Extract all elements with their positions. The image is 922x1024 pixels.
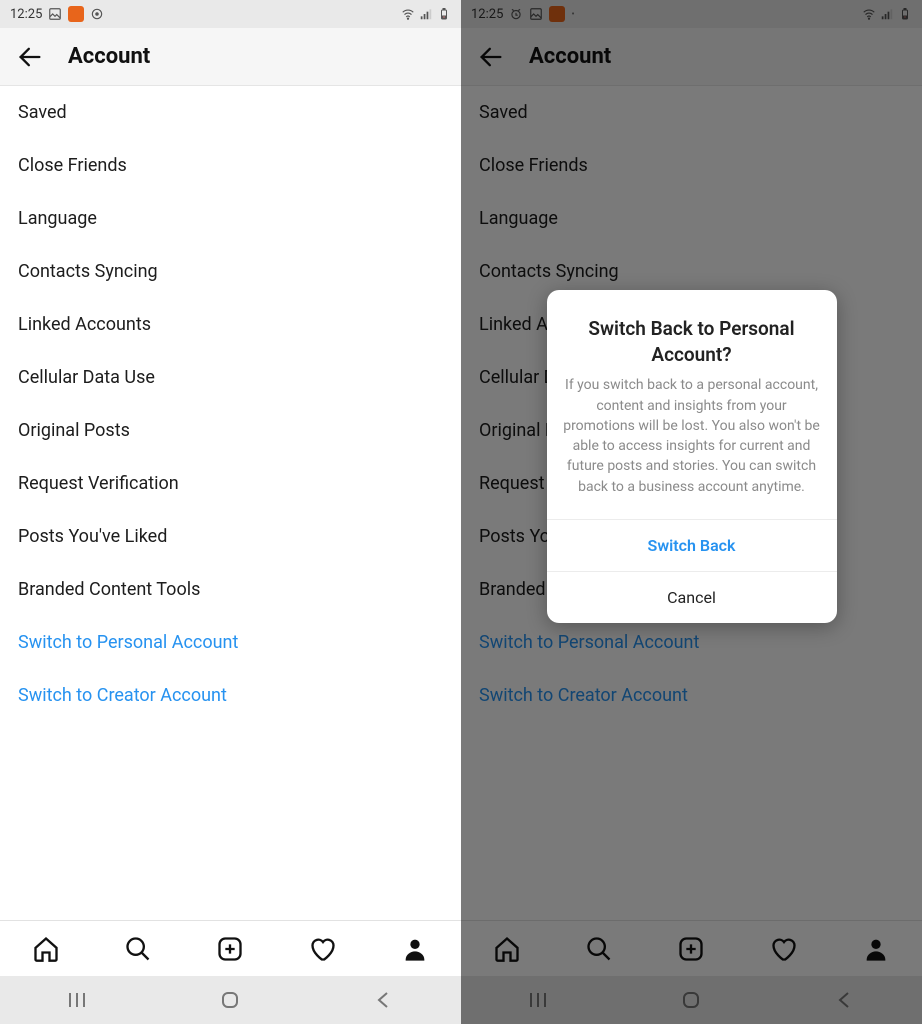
menu-list: Saved Close Friends Language Contacts Sy… bbox=[0, 86, 461, 920]
phone-left: 12:25 Account Saved bbox=[0, 0, 461, 1024]
back-arrow-icon[interactable] bbox=[16, 43, 44, 71]
signal-icon bbox=[419, 7, 433, 21]
menu-language[interactable]: Language bbox=[0, 192, 461, 245]
target-icon bbox=[90, 7, 104, 21]
image-icon bbox=[48, 7, 62, 21]
home-icon[interactable] bbox=[32, 935, 60, 963]
menu-original-posts[interactable]: Original Posts bbox=[0, 404, 461, 457]
bottom-nav bbox=[0, 920, 461, 976]
menu-switch-personal[interactable]: Switch to Personal Account bbox=[0, 616, 461, 669]
search-icon[interactable] bbox=[124, 935, 152, 963]
battery-icon bbox=[437, 7, 451, 21]
dialog-body: If you switch back to a personal account… bbox=[547, 375, 837, 519]
phone-right: 12:25 • Account Sa bbox=[461, 0, 922, 1024]
home-pill-icon[interactable] bbox=[218, 988, 242, 1012]
cancel-button[interactable]: Cancel bbox=[547, 571, 837, 623]
menu-request-verification[interactable]: Request Verification bbox=[0, 457, 461, 510]
menu-close-friends[interactable]: Close Friends bbox=[0, 139, 461, 192]
menu-saved[interactable]: Saved bbox=[0, 86, 461, 139]
switch-back-button[interactable]: Switch Back bbox=[547, 519, 837, 571]
status-time: 12:25 bbox=[10, 7, 42, 22]
back-icon[interactable] bbox=[372, 988, 396, 1012]
android-nav-bar bbox=[0, 976, 461, 1024]
confirm-dialog: Switch Back to Personal Account? If you … bbox=[547, 290, 837, 623]
menu-switch-creator[interactable]: Switch to Creator Account bbox=[0, 669, 461, 722]
app-icon bbox=[68, 6, 84, 22]
menu-posts-liked[interactable]: Posts You've Liked bbox=[0, 510, 461, 563]
status-bar: 12:25 bbox=[0, 0, 461, 28]
menu-cellular-data[interactable]: Cellular Data Use bbox=[0, 351, 461, 404]
recent-apps-icon[interactable] bbox=[65, 988, 89, 1012]
menu-contacts-syncing[interactable]: Contacts Syncing bbox=[0, 245, 461, 298]
menu-branded-content[interactable]: Branded Content Tools bbox=[0, 563, 461, 616]
wifi-icon bbox=[401, 7, 415, 21]
menu-linked-accounts[interactable]: Linked Accounts bbox=[0, 298, 461, 351]
profile-icon[interactable] bbox=[401, 935, 429, 963]
new-post-icon[interactable] bbox=[216, 935, 244, 963]
activity-icon[interactable] bbox=[309, 935, 337, 963]
dialog-title: Switch Back to Personal Account? bbox=[547, 290, 837, 375]
header: Account bbox=[0, 28, 461, 86]
page-title: Account bbox=[68, 44, 150, 69]
